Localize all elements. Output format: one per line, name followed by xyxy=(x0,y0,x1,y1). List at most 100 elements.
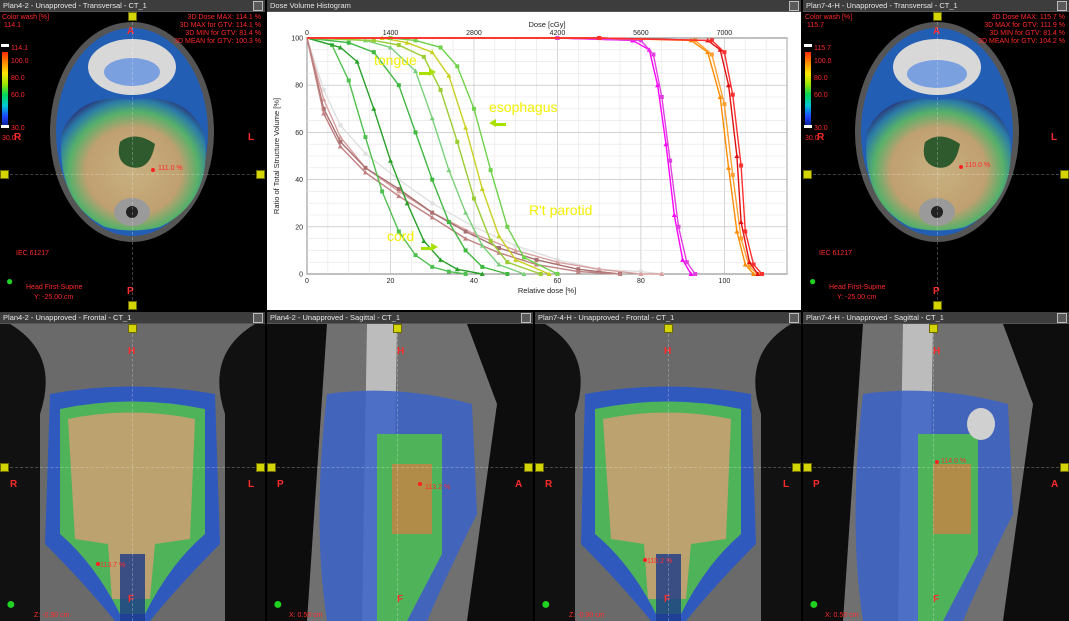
dvh-series-point xyxy=(534,257,539,262)
slice-position: Z: -0.90 cm xyxy=(34,612,70,619)
arrow-cord-head xyxy=(431,243,438,251)
crosshair-handle-right[interactable] xyxy=(256,463,265,472)
colorbar-top-handle[interactable] xyxy=(804,44,812,47)
x-tick-label: 0 xyxy=(305,278,309,285)
hotspot-label: 111.0 % xyxy=(158,165,183,172)
transversal-view-plan4[interactable]: Plan4-2 - Unapproved - Transversal - CT_… xyxy=(0,0,265,310)
maximize-icon[interactable] xyxy=(253,313,263,323)
x2-tick-label: 7000 xyxy=(717,30,733,37)
maximize-icon[interactable] xyxy=(1057,313,1067,323)
crosshair-handle-right[interactable] xyxy=(524,463,533,472)
maximize-icon[interactable] xyxy=(253,1,263,11)
ct-image xyxy=(855,22,1019,242)
crosshair-handle-top[interactable] xyxy=(929,324,938,333)
orientation-right: R xyxy=(10,479,18,490)
slice-position: Y: -25.00 cm xyxy=(34,294,74,301)
stat-gtv-max: 3D MAX for GTV: 111.9 % xyxy=(984,22,1065,29)
crosshair-handle-right[interactable] xyxy=(792,463,801,472)
dvh-series-point xyxy=(488,168,493,173)
dvh-series-point xyxy=(338,123,343,128)
dvh-series-point xyxy=(446,269,451,274)
patient-orientation-label: Head First-Supine xyxy=(26,284,83,291)
crosshair-handle-top[interactable] xyxy=(933,12,942,21)
crosshair-horizontal xyxy=(803,174,1069,175)
dvh-series-point xyxy=(396,83,401,88)
crosshair-handle-right[interactable] xyxy=(256,170,265,179)
crosshair-vertical xyxy=(132,324,133,621)
colorbar-top-handle[interactable] xyxy=(1,44,9,47)
frontal-view-plan4[interactable]: Plan4-2 - Unapproved - Frontal - CT_1 H … xyxy=(0,312,265,621)
crosshair-handle-bottom[interactable] xyxy=(933,301,942,310)
maximize-icon[interactable] xyxy=(1057,1,1067,11)
colorbar xyxy=(805,52,811,127)
dvh-series-point xyxy=(597,36,602,40)
y-tick-label: 100 xyxy=(291,36,303,43)
cb-label-low: 30.0 xyxy=(814,125,828,132)
x-tick-label: 100 xyxy=(719,278,731,285)
dvh-series-point xyxy=(709,38,714,43)
y-tick-label: 40 xyxy=(295,177,303,184)
cb-label-80: 80.0 xyxy=(814,75,828,82)
sagittal-view-plan7[interactable]: Plan7-4-H - Unapproved - Sagittal - CT_1… xyxy=(803,312,1069,621)
orientation-anterior: A xyxy=(127,26,135,37)
crosshair-handle-bottom[interactable] xyxy=(128,301,137,310)
dvh-series-point xyxy=(380,189,385,194)
dvh-series-point xyxy=(430,201,435,206)
maximize-icon[interactable] xyxy=(789,313,799,323)
cb-label-low: 30.0 xyxy=(11,125,25,132)
stat-gtv-min: 3D MIN for GTV: 81.4 % xyxy=(989,30,1065,37)
crosshair-handle-left[interactable] xyxy=(0,463,9,472)
crosshair-handle-left[interactable] xyxy=(535,463,544,472)
colorbar xyxy=(2,52,8,127)
crosshair-vertical xyxy=(132,12,133,310)
cb-label-80: 80.0 xyxy=(11,75,25,82)
crosshair-handle-top[interactable] xyxy=(393,324,402,333)
orientation-left: L xyxy=(1051,132,1058,143)
crosshair-handle-right[interactable] xyxy=(1060,170,1069,179)
crosshair-handle-top[interactable] xyxy=(128,324,137,333)
crosshair-handle-top[interactable] xyxy=(128,12,137,21)
colorbar-bottom-handle[interactable] xyxy=(1,125,9,128)
maximize-icon[interactable] xyxy=(521,313,531,323)
sagittal-view-plan4[interactable]: Plan4-2 - Unapproved - Sagittal - CT_1 H… xyxy=(267,312,533,621)
slice-position: X: 0.50 cm xyxy=(289,612,323,619)
dvh-series-point xyxy=(730,92,735,97)
patient-orientation-icon: ● xyxy=(809,274,817,288)
dvh-series-point xyxy=(446,220,451,225)
x-tick-label: 80 xyxy=(637,278,645,285)
crosshair-handle-left[interactable] xyxy=(267,463,276,472)
dvh-series-point xyxy=(651,52,656,57)
x2-tick-label: 2800 xyxy=(466,30,482,37)
panel-title: Dose Volume Histogram xyxy=(267,0,801,12)
crosshair-vertical xyxy=(933,324,934,621)
maximize-icon[interactable] xyxy=(789,1,799,11)
dvh-series-point xyxy=(463,229,468,234)
colorwash-value: 115.7 xyxy=(807,22,824,29)
crosshair-handle-left[interactable] xyxy=(803,463,812,472)
dvh-series-point xyxy=(722,102,727,107)
x2-tick-label: 5600 xyxy=(633,30,649,37)
crosshair-handle-left[interactable] xyxy=(0,170,9,179)
colorbar-bottom-handle[interactable] xyxy=(804,125,812,128)
crosshair-handle-top[interactable] xyxy=(664,324,673,333)
dvh-series-point xyxy=(463,272,468,276)
frontal-view-plan7[interactable]: Plan7-4-H - Unapproved - Frontal - CT_1 … xyxy=(535,312,801,621)
x-tick-label: 60 xyxy=(554,278,562,285)
colorwash-label: Color wash [%] xyxy=(805,14,853,21)
dvh-series-point xyxy=(346,40,351,45)
dvh-series-point xyxy=(463,248,468,253)
crosshair-handle-left[interactable] xyxy=(803,170,812,179)
arrow-tongue-head xyxy=(429,68,436,76)
cb-label-top: 115.7 xyxy=(814,45,831,52)
dvh-series-point xyxy=(413,253,418,258)
transversal-view-plan7[interactable]: Plan7-4-H - Unapproved - Transversal - C… xyxy=(803,0,1069,310)
orientation-posterior: P xyxy=(813,479,820,490)
crosshair-handle-right[interactable] xyxy=(1060,463,1069,472)
slice-position: Y: -25.00 cm xyxy=(837,294,877,301)
dvh-series-point xyxy=(488,238,493,243)
iec-label: IEC 61217 xyxy=(16,250,50,257)
dvh-panel[interactable]: Dose Volume Histogram 0 20 40 60 80 100 0 1400 2… xyxy=(267,0,801,310)
hotspot-label: 113.7 % xyxy=(100,562,126,569)
dvh-series-point xyxy=(455,64,460,69)
hotspot-label: 110.0 % xyxy=(965,162,991,169)
